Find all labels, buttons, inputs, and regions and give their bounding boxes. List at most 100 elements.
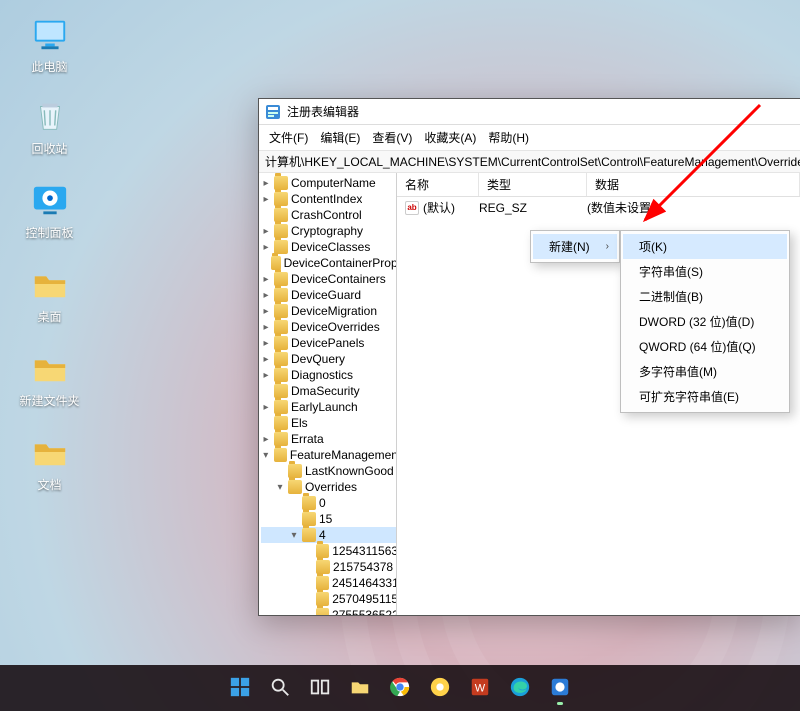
- tree-item-label: DeviceContainerPropertyUpda: [284, 256, 396, 270]
- tree-item[interactable]: 2451464331: [261, 575, 396, 591]
- desktop-icon-recycle-bin[interactable]: 回收站: [12, 96, 87, 157]
- tree-item[interactable]: ▸ EarlyLaunch: [261, 399, 396, 415]
- folder-3-icon: [30, 432, 70, 472]
- expander-icon[interactable]: ▸: [261, 242, 271, 253]
- tree-item[interactable]: 2755536522: [261, 607, 396, 615]
- expander-icon[interactable]: ▸: [261, 354, 271, 365]
- taskbar-chrome[interactable]: [386, 674, 414, 702]
- folder-icon: [274, 400, 288, 414]
- tree-item[interactable]: ▸DevQuery: [261, 351, 396, 367]
- taskbar-edge[interactable]: [506, 674, 534, 702]
- taskbar-app9[interactable]: [546, 674, 574, 702]
- context-item-label: 新建(N): [549, 238, 590, 255]
- tree-item[interactable]: ▾4: [261, 527, 396, 543]
- taskbar-explorer[interactable]: [346, 674, 374, 702]
- context-sub-item-3[interactable]: DWORD (32 位)值(D): [623, 309, 787, 334]
- expander-icon[interactable]: ▸: [261, 178, 271, 189]
- tree-item[interactable]: 1254311563: [261, 543, 396, 559]
- tree-item[interactable]: ▸ComputerName: [261, 175, 396, 191]
- menu-item-2[interactable]: 查看(V): [368, 127, 416, 148]
- tree-item[interactable]: ▸ DeviceClasses: [261, 239, 396, 255]
- tree-item[interactable]: 0: [261, 495, 396, 511]
- taskbar-search[interactable]: [266, 674, 294, 702]
- taskbar-word[interactable]: W: [466, 674, 494, 702]
- expander-icon[interactable]: ▾: [289, 530, 299, 541]
- folder-icon: [316, 576, 329, 590]
- tree-item[interactable]: ▾Overrides: [261, 479, 396, 495]
- titlebar[interactable]: 注册表编辑器: [259, 99, 800, 125]
- taskbar-start[interactable]: [226, 674, 254, 702]
- tree-item-label: Errata: [291, 432, 324, 446]
- tree-item[interactable]: Els: [261, 415, 396, 431]
- tree-item[interactable]: DmaSecurity: [261, 383, 396, 399]
- tree-item[interactable]: ▸ContentIndex: [261, 191, 396, 207]
- desktop-icon-folder-3[interactable]: 文档: [12, 432, 87, 493]
- tree-item-label: 4: [319, 528, 326, 542]
- expander-icon[interactable]: ▸: [261, 274, 271, 285]
- col-type[interactable]: 类型: [479, 173, 587, 196]
- folder-icon: [274, 208, 288, 222]
- expander-icon[interactable]: ▸: [261, 306, 271, 317]
- desktop-icon-this-pc[interactable]: 此电脑: [12, 14, 87, 75]
- desktop-icon-folder-1[interactable]: 桌面: [12, 264, 87, 325]
- tree-item-label: DeviceClasses: [291, 240, 370, 254]
- address-bar[interactable]: 计算机\HKEY_LOCAL_MACHINE\SYSTEM\CurrentCon…: [259, 150, 800, 173]
- tree-item[interactable]: ▸ Diagnostics: [261, 367, 396, 383]
- tree-item[interactable]: 15: [261, 511, 396, 527]
- expander-icon[interactable]: ▾: [261, 450, 271, 461]
- expander-icon[interactable]: ▸: [261, 194, 271, 205]
- tree-item[interactable]: LastKnownGood: [261, 463, 396, 479]
- menu-item-3[interactable]: 收藏夹(A): [420, 127, 480, 148]
- tree-item[interactable]: 215754378: [261, 559, 396, 575]
- start-icon: [229, 676, 251, 701]
- menu-item-0[interactable]: 文件(F): [265, 127, 312, 148]
- value-row-default[interactable]: ab (默认) REG_SZ (数值未设置): [397, 197, 800, 218]
- context-sub-item-6[interactable]: 可扩充字符串值(E): [623, 384, 787, 409]
- expander-icon[interactable]: ▸: [261, 338, 271, 349]
- folder-icon: [271, 256, 281, 270]
- tree-item[interactable]: ▸DeviceGuard: [261, 287, 396, 303]
- tree-view[interactable]: ▸ComputerName▸ContentIndexCrashControl▸C…: [259, 173, 397, 615]
- value-data: (数值未设置): [587, 199, 800, 216]
- expander-icon[interactable]: ▸: [261, 322, 271, 333]
- context-sub-item-5[interactable]: 多字符串值(M): [623, 359, 787, 384]
- desktop-icon-control-panel[interactable]: 控制面板: [12, 180, 87, 241]
- menu-item-1[interactable]: 编辑(E): [316, 127, 364, 148]
- context-item-new[interactable]: 新建(N) ›: [533, 234, 617, 259]
- tree-item[interactable]: CrashControl: [261, 207, 396, 223]
- tree-item-label: EarlyLaunch: [291, 400, 358, 414]
- tree-item-label: Diagnostics: [291, 368, 353, 382]
- context-sub-item-4[interactable]: QWORD (64 位)值(Q): [623, 334, 787, 359]
- expander-icon[interactable]: ▸: [261, 290, 271, 301]
- menu-item-4[interactable]: 帮助(H): [484, 127, 533, 148]
- taskbar-settings[interactable]: [426, 674, 454, 702]
- tree-item[interactable]: ▸Cryptography: [261, 223, 396, 239]
- context-sub-item-1[interactable]: 字符串值(S): [623, 259, 787, 284]
- expander-icon[interactable]: ▸: [261, 226, 271, 237]
- tree-item[interactable]: ▸DeviceOverrides: [261, 319, 396, 335]
- expander-icon[interactable]: ▸: [261, 434, 271, 445]
- context-sub-item-2[interactable]: 二进制值(B): [623, 284, 787, 309]
- expander-icon[interactable]: ▸: [261, 402, 271, 413]
- col-data[interactable]: 数据: [587, 173, 800, 196]
- folder-icon: [274, 192, 288, 206]
- tree-item[interactable]: ▸ Errata: [261, 431, 396, 447]
- tree-item-label: DmaSecurity: [291, 384, 360, 398]
- tree-item[interactable]: ▸DeviceContainers: [261, 271, 396, 287]
- taskbar-taskview[interactable]: [306, 674, 334, 702]
- folder-icon: [302, 528, 316, 542]
- expander-icon[interactable]: ▾: [275, 482, 285, 493]
- edge-icon: [509, 676, 531, 701]
- desktop-icon-label: 控制面板: [25, 224, 73, 241]
- taskview-icon: [309, 676, 331, 701]
- folder-icon: [316, 544, 330, 558]
- tree-item[interactable]: ▾FeatureManagement: [261, 447, 396, 463]
- context-sub-item-0[interactable]: 项(K): [623, 234, 787, 259]
- tree-item[interactable]: ▸DeviceMigration: [261, 303, 396, 319]
- desktop-icon-folder-2[interactable]: 新建文件夹: [12, 348, 87, 409]
- col-name[interactable]: 名称: [397, 173, 479, 196]
- tree-item[interactable]: 2570495115: [261, 591, 396, 607]
- tree-item[interactable]: ▸DevicePanels: [261, 335, 396, 351]
- expander-icon[interactable]: ▸: [261, 370, 271, 381]
- tree-item[interactable]: DeviceContainerPropertyUpda: [261, 255, 396, 271]
